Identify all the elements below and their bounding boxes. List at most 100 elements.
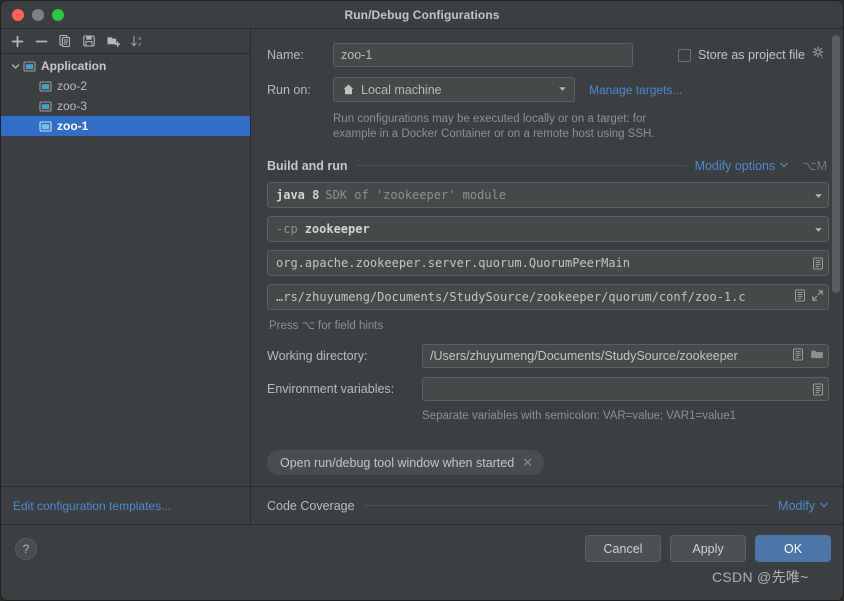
- main-class-field-line: org.apache.zookeeper.server.quorum.Quoru…: [267, 250, 829, 276]
- chevron-down-icon[interactable]: [9, 62, 22, 71]
- edit-configuration-templates-link[interactable]: Edit configuration templates...: [13, 499, 171, 513]
- modify-options-button[interactable]: Modify options: [695, 159, 790, 173]
- working-directory-label: Working directory:: [267, 349, 368, 363]
- working-directory-input[interactable]: /Users/zhuyumeng/Documents/StudySource/z…: [422, 344, 829, 368]
- store-as-project-file-label: Store as project file: [698, 48, 805, 62]
- new-folder-button[interactable]: [102, 31, 124, 52]
- run-on-label: Run on:: [267, 82, 311, 97]
- close-icon[interactable]: ✕: [522, 455, 533, 471]
- chevron-down-icon[interactable]: [557, 83, 568, 97]
- remove-configuration-button[interactable]: [30, 31, 52, 52]
- environment-variables-label: Environment variables:: [267, 382, 395, 396]
- working-directory-row: Working directory: /Users/zhuyumeng/Docu…: [267, 344, 829, 368]
- program-arguments-input[interactable]: …rs/zhuyumeng/Documents/StudySource/zook…: [267, 284, 829, 310]
- store-as-project-file-row[interactable]: Store as project file: [678, 46, 829, 64]
- tree-group-label: Application: [41, 59, 107, 73]
- program-arguments-value: …rs/zhuyumeng/Documents/StudySource/zook…: [276, 290, 746, 304]
- dialog-button-bar: ? Cancel Apply OK: [1, 524, 843, 572]
- application-icon: [39, 80, 52, 93]
- working-directory-value: /Users/zhuyumeng/Documents/StudySource/z…: [430, 349, 738, 363]
- tool-window-option-chip[interactable]: Open run/debug tool window when started …: [267, 450, 545, 475]
- zoom-button[interactable]: [52, 8, 64, 21]
- tree-item-zoo-1[interactable]: zoo-1: [1, 116, 250, 136]
- run-on-dropdown[interactable]: Local machine: [333, 77, 575, 102]
- gear-icon[interactable]: [812, 46, 825, 64]
- window-title: Run/Debug Configurations: [344, 7, 500, 22]
- application-icon: [23, 60, 36, 73]
- configuration-editor-panel: Name: zoo-1 Store as project file Run on…: [251, 29, 843, 524]
- section-divider: [356, 165, 686, 166]
- edit-templates-footer: Edit configuration templates...: [1, 486, 250, 524]
- application-icon: [39, 100, 52, 113]
- ok-button[interactable]: OK: [755, 535, 831, 562]
- title-bar: Run/Debug Configurations: [1, 1, 843, 29]
- add-configuration-button[interactable]: [6, 31, 28, 52]
- build-and-run-title: Build and run: [267, 158, 348, 173]
- classpath-prefix: -cp: [276, 222, 298, 236]
- modify-options-shortcut: ⌥M: [802, 159, 827, 173]
- chevron-down-icon[interactable]: [807, 224, 824, 235]
- tool-window-option-label: Open run/debug tool window when started: [280, 455, 515, 470]
- browse-folder-icon[interactable]: [810, 348, 824, 364]
- modify-options-label: Modify options: [694, 158, 776, 173]
- expand-editor-icon[interactable]: [811, 289, 824, 305]
- run-on-value: Local machine: [361, 82, 442, 97]
- tree-item-label: zoo-2: [57, 79, 88, 93]
- section-divider: [363, 505, 770, 506]
- apply-button[interactable]: Apply: [670, 535, 746, 562]
- manage-targets-link[interactable]: Manage targets...: [589, 83, 682, 97]
- close-button[interactable]: [12, 8, 24, 21]
- build-and-run-section-header: Build and run Modify options ⌥M: [267, 158, 829, 174]
- name-row: Name: zoo-1 Store as project file: [267, 43, 829, 67]
- tree-group-application[interactable]: Application: [1, 56, 250, 76]
- sdk-field-line: java 8 SDK of 'zookeeper' module: [267, 182, 829, 208]
- run-debug-configurations-dialog: Run/Debug Configurations a z Application…: [0, 0, 844, 601]
- run-on-hint-line-1: Run configurations may be executed local…: [333, 113, 647, 125]
- chevron-down-icon: [819, 499, 829, 513]
- tree-item-label: zoo-1: [57, 119, 89, 133]
- environment-variables-hint: Separate variables with semicolon: VAR=v…: [422, 410, 737, 422]
- chevron-down-icon: [779, 159, 789, 173]
- action-buttons: Cancel Apply OK: [585, 535, 831, 562]
- svg-text:z: z: [138, 42, 141, 48]
- expand-list-icon[interactable]: [806, 257, 824, 270]
- cancel-button[interactable]: Cancel: [585, 535, 661, 562]
- name-input[interactable]: zoo-1: [333, 43, 633, 67]
- code-coverage-modify-button[interactable]: Modify: [778, 499, 829, 513]
- copy-configuration-button[interactable]: [54, 31, 76, 52]
- program-arguments-field-line: …rs/zhuyumeng/Documents/StudySource/zook…: [267, 284, 829, 310]
- home-icon: [342, 83, 355, 96]
- sdk-suffix: SDK of 'zookeeper' module: [325, 188, 506, 202]
- configuration-scroll-area[interactable]: Name: zoo-1 Store as project file Run on…: [251, 29, 843, 486]
- sort-configurations-button[interactable]: a z: [126, 31, 148, 52]
- configurations-toolbar: a z: [1, 29, 250, 54]
- tree-item-label: zoo-3: [57, 99, 88, 113]
- store-as-project-file-checkbox[interactable]: [678, 48, 691, 62]
- vertical-scrollbar[interactable]: [832, 35, 840, 293]
- chevron-down-icon[interactable]: [807, 190, 824, 201]
- classpath-field-line: -cp zookeeper: [267, 216, 829, 242]
- tree-item-zoo-3[interactable]: zoo-3: [1, 96, 250, 116]
- tree-item-zoo-2[interactable]: zoo-2: [1, 76, 250, 96]
- expand-list-icon[interactable]: [806, 383, 824, 396]
- expand-list-icon[interactable]: [794, 289, 806, 305]
- save-configuration-button[interactable]: [78, 31, 100, 52]
- code-coverage-modify-label: Modify: [778, 498, 815, 513]
- name-label: Name:: [267, 48, 304, 62]
- run-on-hint-line-2: example in a Docker Container or on a re…: [333, 128, 655, 140]
- expand-list-icon[interactable]: [792, 348, 804, 364]
- code-coverage-section: Code Coverage Modify: [251, 486, 843, 524]
- field-hints-text: Press ⌥ for field hints: [269, 320, 384, 332]
- main-class-input[interactable]: org.apache.zookeeper.server.quorum.Quoru…: [267, 250, 829, 276]
- environment-variables-input[interactable]: [422, 377, 829, 401]
- help-button[interactable]: ?: [15, 537, 37, 560]
- configurations-tree[interactable]: Application zoo-2 zoo-3 zoo-1: [1, 54, 250, 486]
- configurations-panel: a z Application zoo-2 zoo-3 zoo-1 Edit c…: [1, 29, 251, 524]
- sdk-dropdown[interactable]: java 8 SDK of 'zookeeper' module: [267, 182, 829, 208]
- environment-variables-row: Environment variables:: [267, 377, 829, 401]
- classpath-value: zookeeper: [304, 222, 370, 236]
- main-class-value: org.apache.zookeeper.server.quorum.Quoru…: [276, 256, 631, 270]
- minimize-button[interactable]: [32, 8, 44, 21]
- application-icon: [39, 120, 52, 133]
- classpath-dropdown[interactable]: -cp zookeeper: [267, 216, 829, 242]
